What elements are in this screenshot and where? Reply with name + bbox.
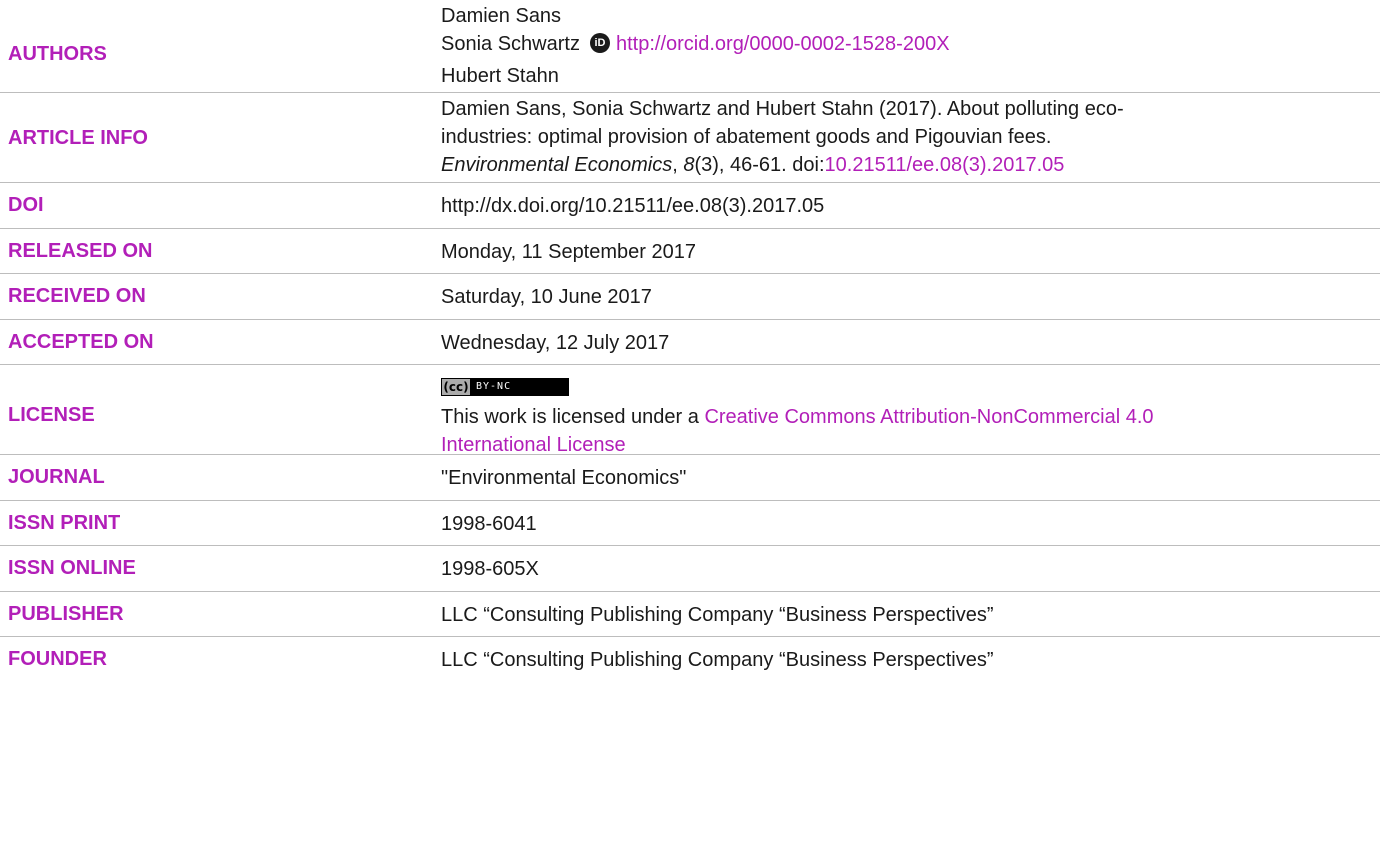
accepted-on-value: Wednesday, 12 July 2017 (441, 332, 670, 354)
author-name: Hubert Stahn (441, 65, 559, 87)
issn-print-label: ISSN PRINT (8, 512, 121, 534)
citation-journal: Environmental Economics (441, 154, 673, 176)
row-doi: DOI http://dx.doi.org/10.21511/ee.08(3).… (0, 183, 1380, 229)
license-prefix: This work is licensed under a (441, 406, 705, 428)
citation-line-3: Environmental Economics, 8(3), 46-61. do… (441, 151, 1350, 179)
issn-online-label: ISSN ONLINE (8, 557, 136, 579)
article-metadata-table: AUTHORS Damien Sans Sonia Schwartz iD http… (0, 0, 1380, 860)
doi-value: http://dx.doi.org/10.21511/ee.08(3).2017… (441, 195, 825, 217)
row-accepted-on: ACCEPTED ON Wednesday, 12 July 2017 (0, 320, 1380, 365)
founder-value: LLC “Consulting Publishing Company “Busi… (441, 649, 994, 671)
released-on-value: Monday, 11 September 2017 (441, 241, 696, 263)
issn-print-value: 1998-6041 (441, 513, 537, 535)
author-line: Sonia Schwartz iD http://orcid.org/0000-00… (441, 30, 1350, 58)
received-on-value: Saturday, 10 June 2017 (441, 286, 652, 308)
license-link-2[interactable]: International License (441, 434, 626, 456)
author-name: Damien Sans (441, 5, 562, 27)
row-issn-online: ISSN ONLINE 1998-605X (0, 546, 1380, 592)
row-issn-print: ISSN PRINT 1998-6041 (0, 501, 1380, 546)
journal-value: "Environmental Economics" (441, 467, 687, 489)
license-value: (cc) BY-NC This work is licensed under a… (441, 371, 1350, 459)
founder-label: FOUNDER (8, 648, 107, 670)
publisher-label: PUBLISHER (8, 603, 124, 625)
citation-comma: , (672, 154, 684, 176)
citation-line-1: Damien Sans, Sonia Schwartz and Hubert S… (441, 98, 1124, 120)
license-text: This work is licensed under a Creative C… (441, 403, 1350, 431)
orcid-link[interactable]: http://orcid.org/0000-0002-1528-200X (616, 33, 950, 55)
row-article-info: ARTICLE INFO Damien Sans, Sonia Schwartz… (0, 93, 1380, 183)
issn-online-value: 1998-605X (441, 558, 539, 580)
row-received-on: RECEIVED ON Saturday, 10 June 2017 (0, 274, 1380, 320)
citation-volume: 8 (683, 154, 695, 176)
citation-line-2: industries: optimal provision of abateme… (441, 126, 1052, 148)
row-founder: FOUNDER LLC “Consulting Publishing Compa… (0, 637, 1380, 683)
journal-label: JOURNAL (8, 466, 105, 488)
row-released-on: RELEASED ON Monday, 11 September 2017 (0, 229, 1380, 274)
author-name: Sonia Schwartz (441, 33, 580, 55)
article-info-label: ARTICLE INFO (8, 127, 148, 149)
row-license: LICENSE (cc) BY-NC This work is licensed… (0, 365, 1380, 456)
article-info-value: Damien Sans, Sonia Schwartz and Hubert S… (441, 95, 1350, 179)
released-on-label: RELEASED ON (8, 240, 153, 262)
license-label: LICENSE (8, 404, 95, 426)
row-publisher: PUBLISHER LLC “Consulting Publishing Com… (0, 592, 1380, 637)
received-on-label: RECEIVED ON (8, 285, 146, 307)
accepted-on-label: ACCEPTED ON (8, 331, 154, 353)
citation-rest: (3), 46-61. doi: (694, 154, 825, 176)
authors-value: Damien Sans Sonia Schwartz iD http://orcid… (441, 2, 1350, 90)
doi-label: DOI (8, 194, 44, 216)
row-authors: AUTHORS Damien Sans Sonia Schwartz iD http… (0, 0, 1380, 93)
cc-badge-text: BY-NC (476, 381, 512, 392)
publisher-value: LLC “Consulting Publishing Company “Busi… (441, 604, 994, 626)
cc-circle-icon: (cc) (442, 379, 470, 395)
doi-link[interactable]: 10.21511/ee.08(3).2017.05 (825, 154, 1065, 176)
authors-label: AUTHORS (8, 43, 107, 65)
orcid-icon[interactable]: iD (589, 33, 610, 53)
cc-by-nc-icon[interactable]: (cc) BY-NC (441, 378, 569, 396)
license-link-1[interactable]: Creative Commons Attribution-NonCommerci… (704, 406, 1153, 428)
row-journal: JOURNAL "Environmental Economics" (0, 455, 1380, 501)
